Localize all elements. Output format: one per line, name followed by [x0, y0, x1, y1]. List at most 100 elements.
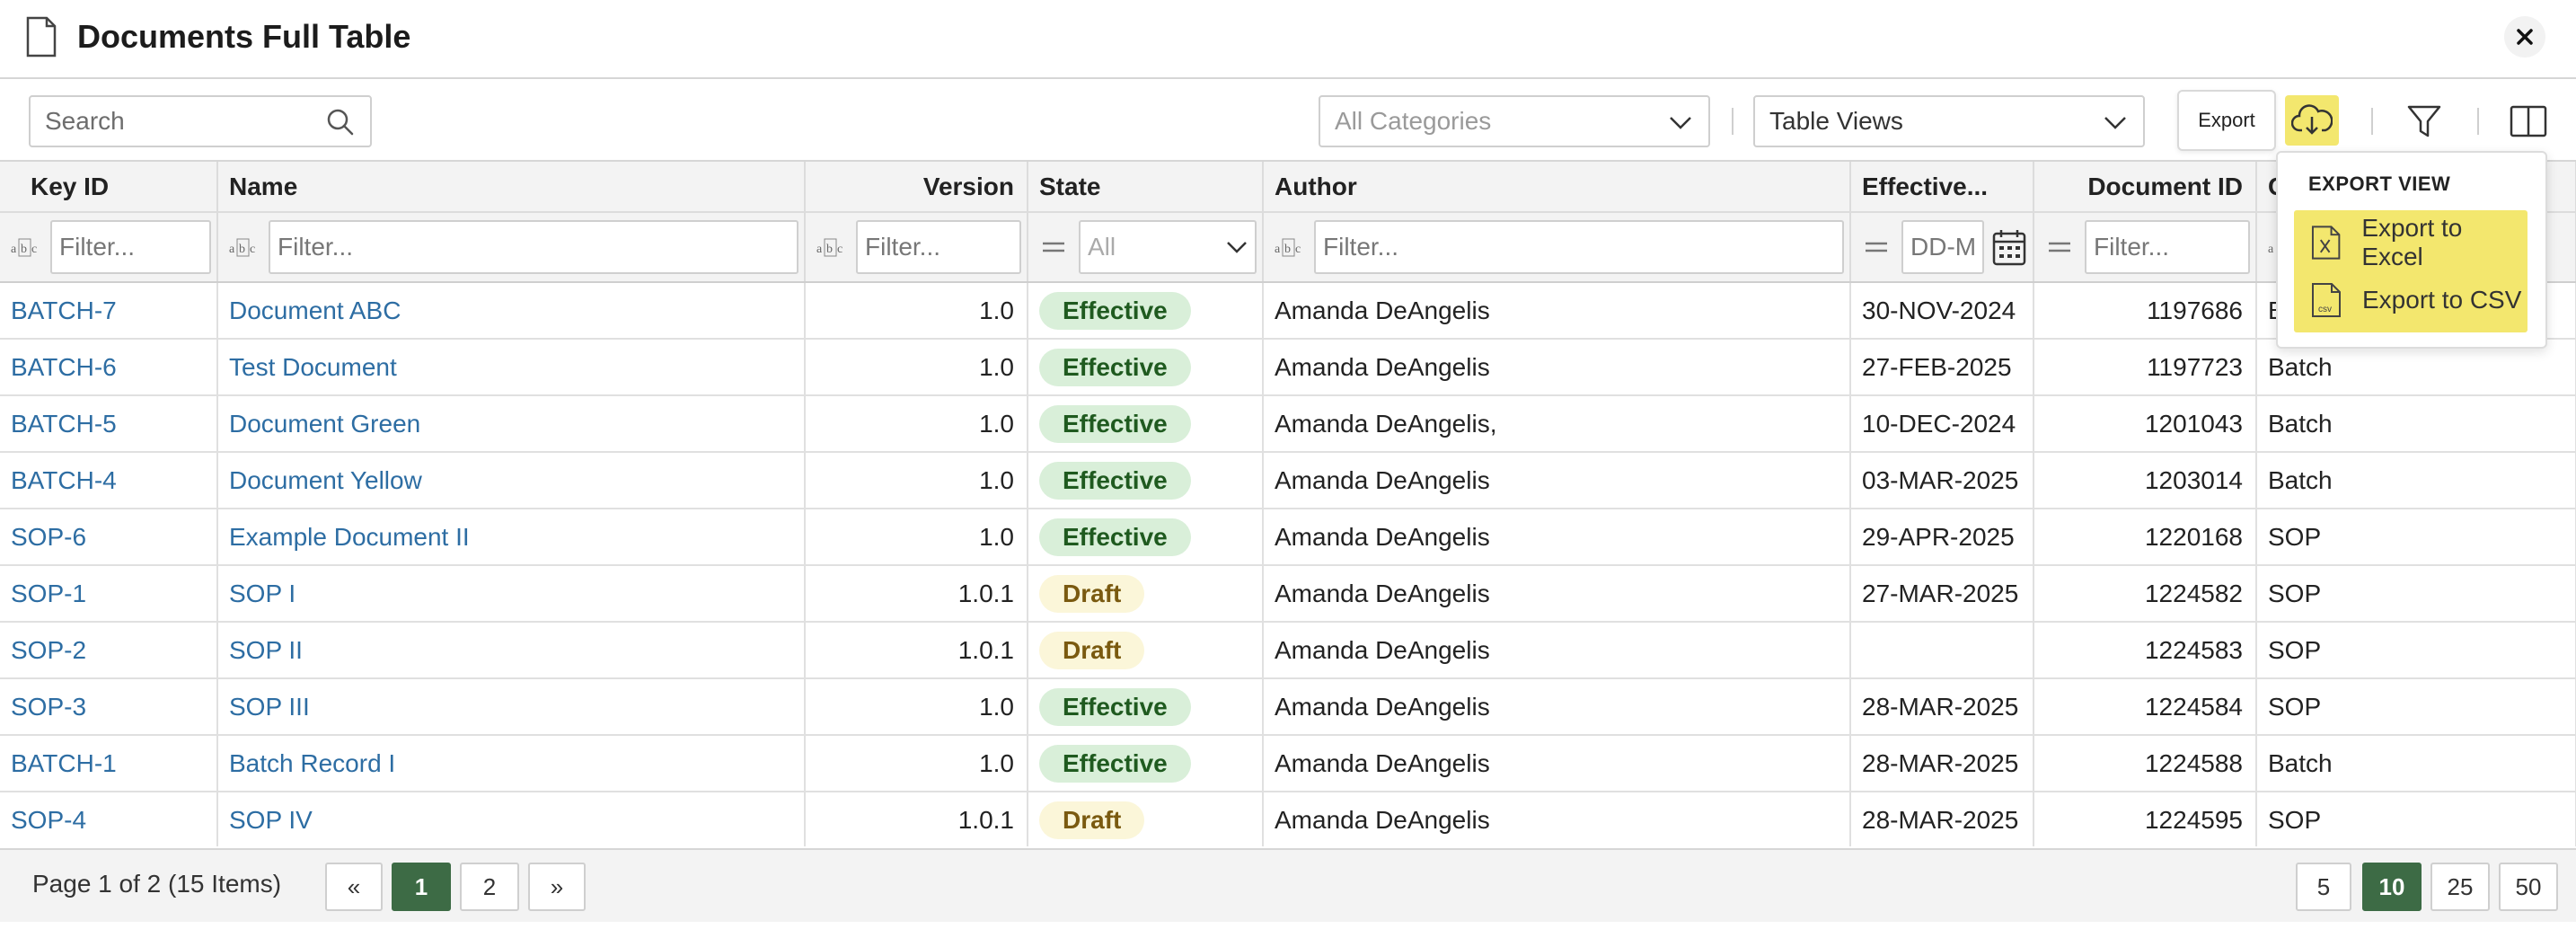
cell-name[interactable]: Batch Record I — [217, 735, 806, 792]
filter-input-key-id[interactable] — [50, 220, 211, 274]
search-input[interactable] — [29, 95, 372, 147]
cell-effective-date: 03-MAR-2025 — [1850, 452, 2034, 509]
filter-select-state[interactable]: All — [1079, 220, 1257, 274]
status-badge: Effective — [1039, 518, 1191, 556]
svg-text:a: a — [11, 243, 17, 256]
cell-key-id[interactable]: BATCH-4 — [0, 452, 218, 509]
cell-author: Amanda DeAngelis — [1263, 339, 1851, 396]
cell-name[interactable]: SOP III — [217, 678, 806, 736]
column-header-name[interactable]: Name — [217, 162, 806, 213]
svg-text:a: a — [1275, 243, 1281, 256]
column-header-key-id[interactable]: Key ID — [0, 162, 218, 213]
text-filter-icon[interactable]: abc — [813, 236, 849, 258]
export-to-csv-label: Export to CSV — [2362, 286, 2522, 314]
cell-name[interactable]: Document ABC — [217, 282, 806, 340]
filter-select-state-value: All — [1088, 233, 1116, 261]
text-filter-icon[interactable]: abc — [7, 236, 43, 258]
status-badge: Effective — [1039, 687, 1191, 726]
filter-button[interactable] — [2402, 99, 2447, 144]
cell-name[interactable]: SOP IV — [217, 792, 806, 846]
column-header-author[interactable]: Author — [1263, 162, 1851, 213]
cell-author: Amanda DeAngelis — [1263, 792, 1851, 846]
cell-key-id[interactable]: BATCH-5 — [0, 395, 218, 453]
svg-text:b: b — [1284, 243, 1291, 256]
filter-input-name[interactable] — [269, 220, 798, 274]
table-views-value: Table Views — [1769, 107, 1903, 135]
cell-key-id[interactable]: SOP-1 — [0, 565, 218, 623]
column-header-state[interactable]: State — [1028, 162, 1264, 213]
cell-author: Amanda DeAngelis, — [1263, 395, 1851, 453]
filter-input-document-id[interactable] — [2085, 220, 2250, 274]
calendar-icon[interactable] — [1991, 227, 2027, 267]
cell-name[interactable]: Example Document II — [217, 509, 806, 566]
category-select[interactable]: All Categories — [1319, 95, 1710, 147]
cell-key-id[interactable]: SOP-3 — [0, 678, 218, 736]
export-to-csv-item[interactable]: csv Export to CSV — [2294, 271, 2527, 329]
table-views-select[interactable]: Table Views — [1753, 95, 2145, 147]
cell-key-id[interactable]: SOP-6 — [0, 509, 218, 566]
equals-icon[interactable] — [2042, 240, 2078, 254]
cell-name[interactable]: SOP II — [217, 622, 806, 679]
cell-category: SOP — [2256, 565, 2576, 623]
cell-document-id: 1224588 — [2033, 735, 2257, 792]
cell-key-id[interactable]: BATCH-1 — [0, 735, 218, 792]
table-row[interactable]: SOP-6 Example Document II 1.0 Effective Aman… — [0, 509, 2576, 566]
filter-input-version[interactable] — [856, 220, 1021, 274]
column-header-effective[interactable]: Effective... — [1850, 162, 2034, 213]
cell-key-id[interactable]: BATCH-7 — [0, 282, 218, 340]
columns-icon — [2510, 105, 2547, 137]
column-header-document-id[interactable]: Document ID — [2033, 162, 2257, 213]
filter-input-author[interactable] — [1314, 220, 1844, 274]
page-size-10-button[interactable]: 10 — [2362, 863, 2422, 911]
cell-name[interactable]: Document Green — [217, 395, 806, 453]
export-to-excel-item[interactable]: Export to Excel — [2294, 214, 2527, 271]
page-size-25-button[interactable]: 25 — [2430, 863, 2490, 911]
export-button[interactable] — [2285, 95, 2339, 146]
cell-version: 1.0.1 — [805, 792, 1028, 846]
text-filter-icon[interactable]: abc — [225, 236, 261, 258]
table-row[interactable]: SOP-2 SOP II 1.0.1 Draft Amanda DeAngelis 122… — [0, 622, 2576, 679]
table-row[interactable]: BATCH-6 Test Document 1.0 Effective Amanda D… — [0, 339, 2576, 396]
cell-state: Draft — [1028, 565, 1264, 623]
close-button[interactable] — [2504, 16, 2545, 58]
table-row[interactable]: BATCH-4 Document Yellow 1.0 Effective Amanda… — [0, 452, 2576, 509]
page-info: Page 1 of 2 (15 Items) — [32, 870, 282, 898]
cell-effective-date: 28-MAR-2025 — [1850, 792, 2034, 846]
next-page-button[interactable]: » — [528, 863, 586, 911]
cell-key-id[interactable]: BATCH-6 — [0, 339, 218, 396]
equals-icon[interactable] — [1858, 240, 1894, 254]
column-header-version[interactable]: Version — [805, 162, 1028, 213]
cell-name[interactable]: SOP I — [217, 565, 806, 623]
text-filter-icon[interactable]: abc — [1271, 236, 1307, 258]
cell-document-id: 1224582 — [2033, 565, 2257, 623]
svg-text:c: c — [250, 243, 255, 256]
table-row[interactable]: SOP-1 SOP I 1.0.1 Draft Amanda DeAngelis 27-M… — [0, 565, 2576, 623]
header-row: Key ID Name Version State Author Effecti… — [0, 162, 2576, 213]
filter-input-effective-date[interactable] — [1901, 220, 1984, 274]
table-row[interactable]: BATCH-7 Document ABC 1.0 Effective Amanda De… — [0, 282, 2576, 340]
table-row[interactable]: BATCH-1 Batch Record I 1.0 Effective Amanda … — [0, 735, 2576, 792]
cell-state: Effective — [1028, 339, 1264, 396]
cell-category: SOP — [2256, 622, 2576, 679]
cell-version: 1.0 — [805, 678, 1028, 736]
filter-icon — [2407, 105, 2441, 137]
cell-effective-date: 10-DEC-2024 — [1850, 395, 2034, 453]
cell-key-id[interactable]: SOP-4 — [0, 792, 218, 846]
page-size-50-button[interactable]: 50 — [2499, 863, 2558, 911]
cell-name[interactable]: Test Document — [217, 339, 806, 396]
columns-button[interactable] — [2506, 99, 2551, 144]
cell-name[interactable]: Document Yellow — [217, 452, 806, 509]
filter-row: abc abc abc All — [0, 212, 2576, 283]
cell-key-id[interactable]: SOP-2 — [0, 622, 218, 679]
toolbar-divider — [2477, 108, 2479, 135]
table-row[interactable]: SOP-3 SOP III 1.0 Effective Amanda DeAngelis… — [0, 678, 2576, 736]
table-row[interactable]: SOP-4 SOP IV 1.0.1 Draft Amanda DeAngelis 28-… — [0, 792, 2576, 846]
cell-effective-date: 27-FEB-2025 — [1850, 339, 2034, 396]
search-icon[interactable] — [325, 108, 354, 137]
page-size-5-button[interactable]: 5 — [2296, 863, 2351, 911]
page-2-button[interactable]: 2 — [460, 863, 519, 911]
prev-page-button[interactable]: « — [325, 863, 383, 911]
page-1-button[interactable]: 1 — [392, 863, 451, 911]
table-row[interactable]: BATCH-5 Document Green 1.0 Effective Amanda … — [0, 395, 2576, 453]
equals-icon[interactable] — [1036, 240, 1072, 254]
